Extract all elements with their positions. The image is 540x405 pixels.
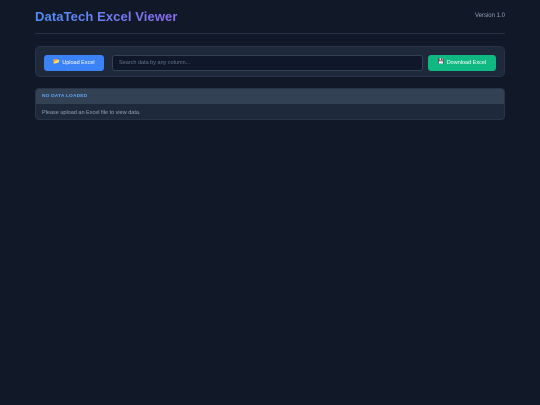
floppy-disk-icon: 💾 bbox=[437, 59, 445, 66]
upload-excel-button[interactable]: 📂 Upload Excel bbox=[44, 55, 104, 71]
upload-button-label: Upload Excel bbox=[62, 60, 95, 66]
empty-state-message: Please upload an Excel file to view data… bbox=[42, 110, 141, 116]
search-input[interactable] bbox=[112, 55, 423, 71]
toolbar: 📂 Upload Excel 💾 Download Excel bbox=[35, 46, 505, 77]
download-button-label: Download Excel bbox=[446, 60, 487, 66]
app-root: DataTech Excel Viewer Version 1.0 📂 Uplo… bbox=[0, 0, 540, 405]
data-panel: NO DATA LOADED Please upload an Excel fi… bbox=[35, 88, 505, 120]
header: DataTech Excel Viewer Version 1.0 bbox=[35, 0, 505, 34]
folder-icon: 📂 bbox=[53, 59, 61, 66]
app-title: DataTech Excel Viewer bbox=[35, 9, 178, 24]
version-label: Version 1.0 bbox=[474, 13, 505, 19]
download-excel-button[interactable]: 💾 Download Excel bbox=[428, 55, 496, 71]
data-status-header: NO DATA LOADED bbox=[36, 89, 504, 104]
